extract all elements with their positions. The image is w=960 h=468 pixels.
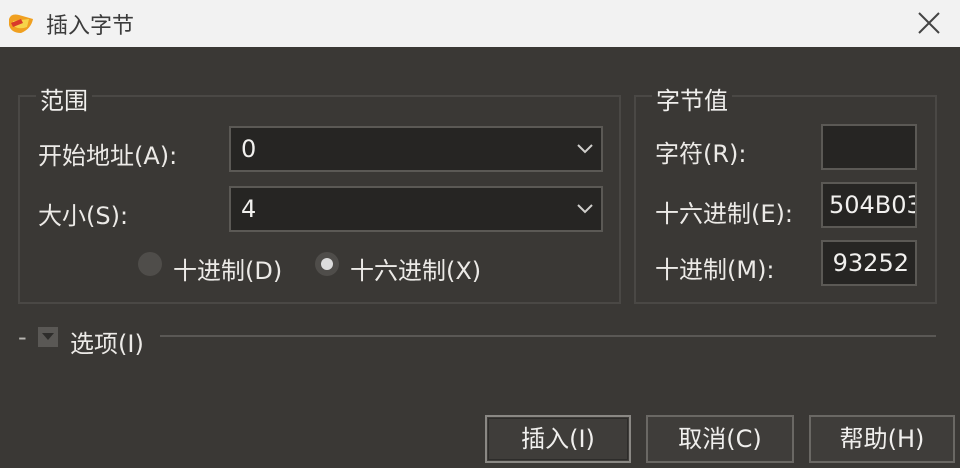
hex-radio[interactable] <box>315 252 339 276</box>
dialog-body: 范围 开始地址(A): 0 大小(S): 4 十进制(D) 十六进制(X) 字节… <box>0 47 960 468</box>
options-label[interactable]: 选项(I) <box>70 324 144 359</box>
close-button[interactable] <box>898 0 960 47</box>
decimal-radio-label[interactable]: 十进制(D) <box>173 251 282 286</box>
decimal-radio[interactable] <box>138 252 162 276</box>
char-label: 字符(R): <box>655 140 747 168</box>
hex-value-field[interactable]: 504B03 <box>821 182 917 228</box>
decimal-value[interactable]: 93252 <box>833 249 909 277</box>
decimal-value-label: 十进制(M): <box>655 256 775 284</box>
options-dash: - <box>18 323 27 351</box>
start-address-label: 开始地址(A): <box>38 142 178 170</box>
byte-value-group-legend: 字节值 <box>652 81 732 116</box>
char-field[interactable] <box>821 124 917 170</box>
chevron-down-icon[interactable] <box>577 204 593 214</box>
close-icon <box>918 12 940 34</box>
pencil-app-icon <box>7 11 35 35</box>
options-toggle-button[interactable] <box>38 327 58 347</box>
insert-button[interactable]: 插入(I) <box>485 415 631 463</box>
size-combobox[interactable]: 4 <box>229 186 603 232</box>
title-bar: 插入字节 <box>0 0 960 47</box>
hex-value-label: 十六进制(E): <box>655 200 793 228</box>
range-group-legend: 范围 <box>36 81 92 116</box>
start-address-combobox[interactable]: 0 <box>229 126 603 172</box>
triangle-down-icon <box>42 333 54 340</box>
size-label: 大小(S): <box>38 202 129 230</box>
options-divider <box>160 335 936 337</box>
start-address-value[interactable]: 0 <box>241 135 256 163</box>
decimal-value-field[interactable]: 93252 <box>821 240 917 286</box>
cancel-button[interactable]: 取消(C) <box>646 415 794 463</box>
hex-radio-label[interactable]: 十六进制(X) <box>350 251 481 286</box>
chevron-down-icon[interactable] <box>577 144 593 154</box>
help-button[interactable]: 帮助(H) <box>809 415 955 463</box>
hex-value[interactable]: 504B03 <box>829 191 915 219</box>
size-value[interactable]: 4 <box>241 195 256 223</box>
window-title: 插入字节 <box>46 14 135 39</box>
